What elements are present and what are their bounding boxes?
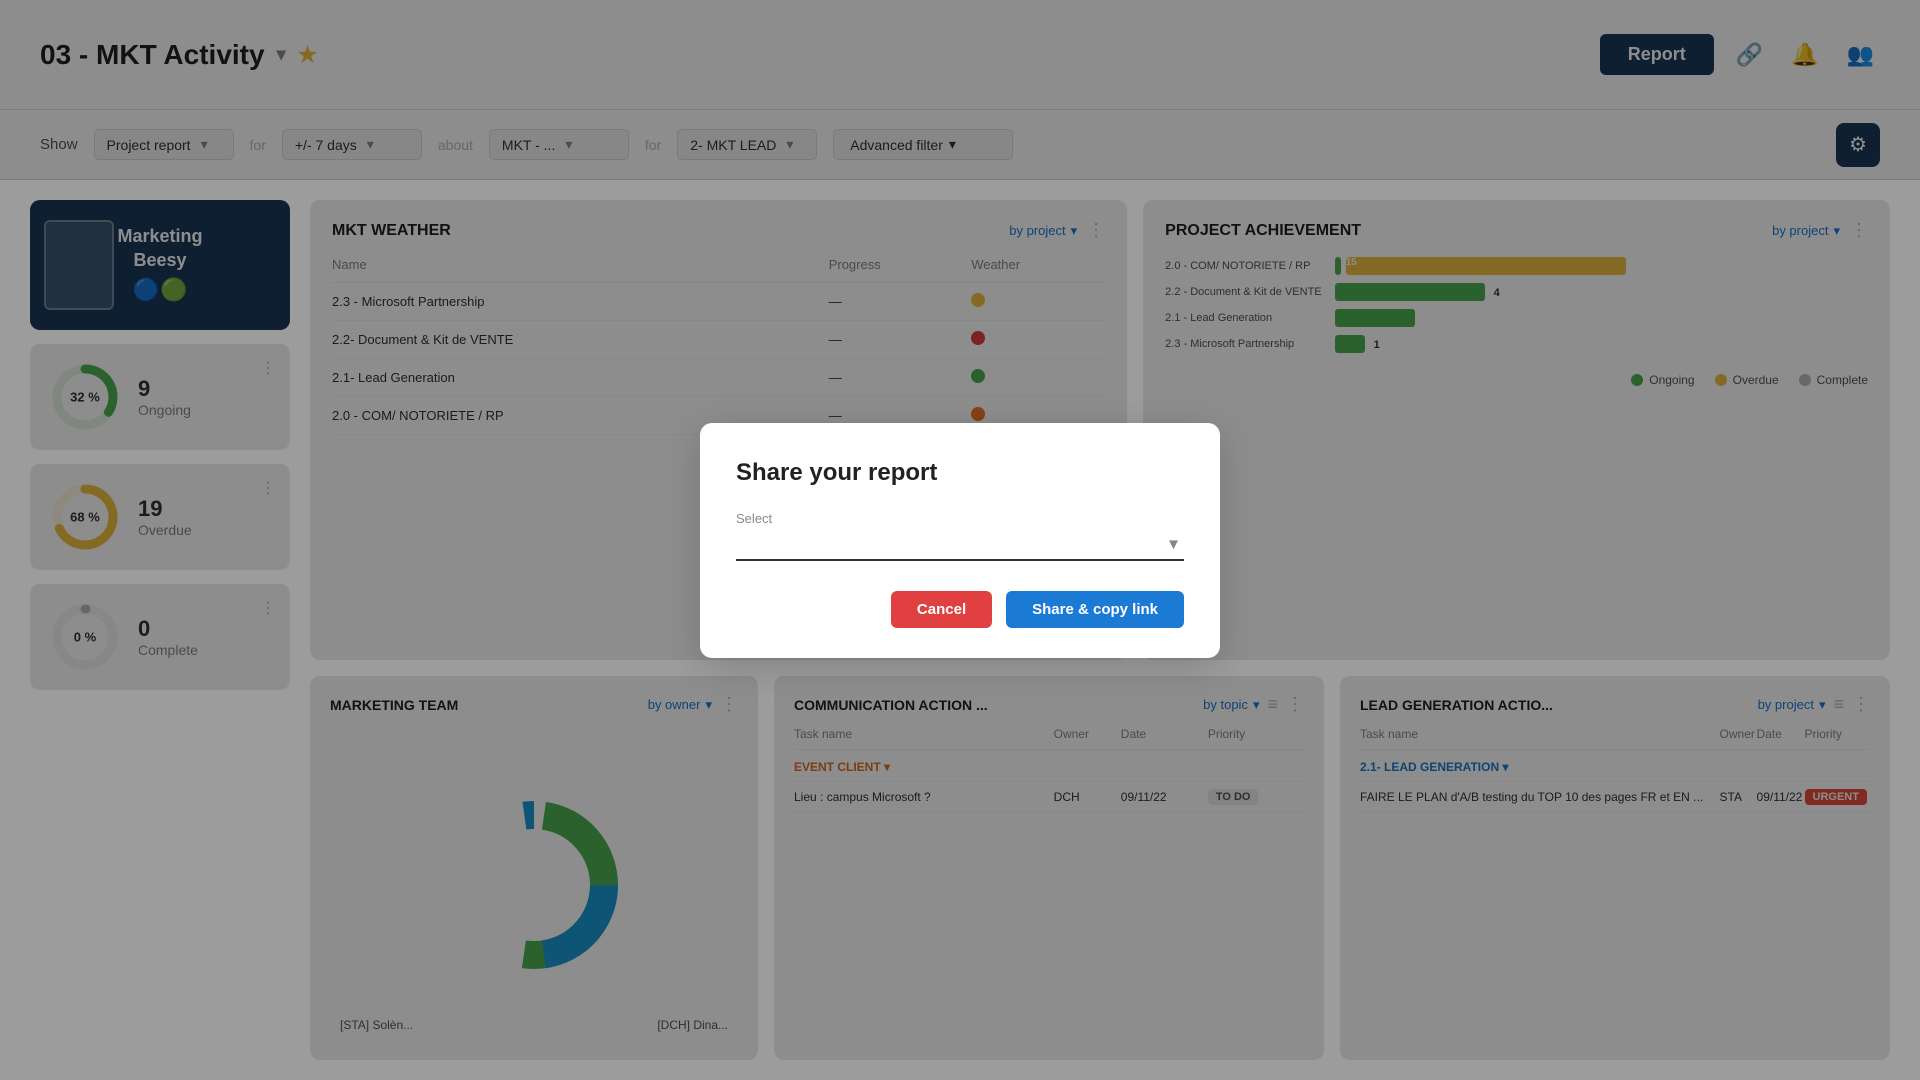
modal-select-input[interactable] [736,530,1184,559]
share-copy-link-button[interactable]: Share & copy link [1006,591,1184,628]
cancel-button[interactable]: Cancel [891,591,992,628]
share-report-modal: Share your report Select ▾ Cancel Share … [700,423,1220,658]
modal-select-label: Select [736,511,1184,526]
modal-overlay[interactable]: Share your report Select ▾ Cancel Share … [0,0,1920,1080]
modal-title: Share your report [736,459,1184,487]
modal-select-wrapper: ▾ [736,530,1184,561]
modal-footer: Cancel Share & copy link [736,591,1184,628]
modal-select-section: Select ▾ [736,511,1184,561]
